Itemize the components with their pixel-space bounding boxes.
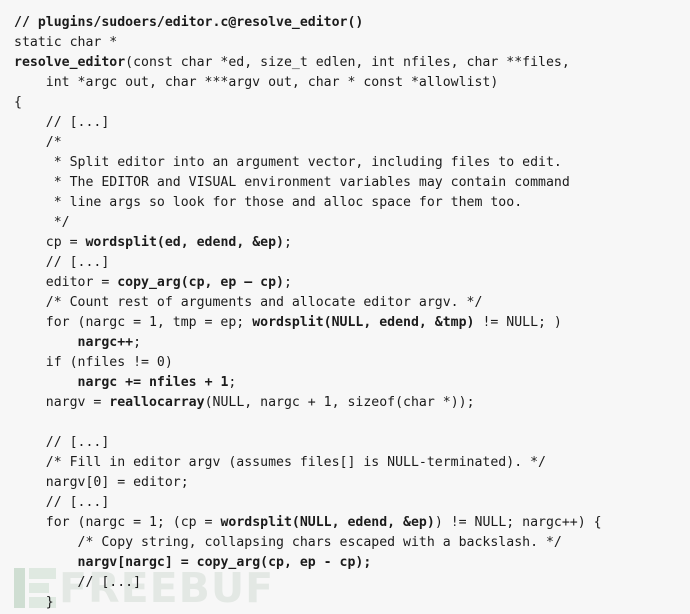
code-line: nargc++; [14, 333, 680, 353]
code-line: nargc += nfiles + 1; [14, 373, 680, 393]
code-token-emphasis: // plugins/sudoers/editor.c@resolve_edit… [14, 15, 364, 30]
code-token: cp = [14, 235, 86, 250]
code-token: * Split editor into an argument vector, … [14, 155, 562, 170]
code-token: static char * [14, 35, 118, 50]
code-token-emphasis: resolve_editor [14, 55, 126, 70]
code-line: editor = copy_arg(cp, ep – cp); [14, 273, 680, 293]
code-token: */ [14, 215, 70, 230]
code-token: * line args so look for those and alloc … [14, 195, 523, 210]
code-line: static char * [14, 33, 680, 53]
code-token: // [...] [14, 495, 110, 510]
code-line: cp = wordsplit(ed, edend, &ep); [14, 233, 680, 253]
code-token: (const char *ed, size_t edlen, int nfile… [125, 55, 570, 70]
code-lines-container: // plugins/sudoers/editor.c@resolve_edit… [14, 13, 680, 613]
code-token: // [...] [14, 575, 142, 590]
code-token: /* [14, 135, 62, 150]
code-line: } [14, 593, 680, 613]
code-token: // [...] [14, 115, 110, 130]
code-token-emphasis: wordsplit(ed, edend, &ep) [85, 235, 284, 250]
code-line: if (nfiles != 0) [14, 353, 680, 373]
code-line: // [...] [14, 113, 680, 133]
code-line: int *argc out, char ***argv out, char * … [14, 73, 680, 93]
code-token-emphasis: nargc++ [77, 335, 134, 350]
code-line: // [...] [14, 493, 680, 513]
code-token-emphasis: nargc += nfiles + 1 [77, 375, 229, 390]
code-line: nargv[nargc] = copy_arg(cp, ep - cp); [14, 553, 680, 573]
code-token-emphasis: reallocarray [109, 395, 205, 410]
code-line: * line args so look for those and alloc … [14, 193, 680, 213]
code-line: * Split editor into an argument vector, … [14, 153, 680, 173]
code-line: for (nargc = 1; (cp = wordsplit(NULL, ed… [14, 513, 680, 533]
code-token-emphasis: copy_arg(cp, ep – cp) [117, 275, 284, 290]
code-token-emphasis: nargv[nargc] = copy_arg(cp, ep - cp); [77, 555, 372, 570]
code-token-emphasis: wordsplit(NULL, edend, &ep) [220, 515, 435, 530]
code-line: * The EDITOR and VISUAL environment vari… [14, 173, 680, 193]
code-line: nargv = reallocarray(NULL, nargc + 1, si… [14, 393, 680, 413]
code-token: nargv = [14, 395, 110, 410]
code-line: { [14, 93, 680, 113]
code-line: // [...] [14, 573, 680, 593]
code-token-emphasis: wordsplit(NULL, edend, &tmp) [252, 315, 475, 330]
code-token: (NULL, nargc + 1, sizeof(char *)); [204, 395, 475, 410]
code-token: ; [283, 235, 292, 250]
code-line: resolve_editor(const char *ed, size_t ed… [14, 53, 680, 73]
code-line: // plugins/sudoers/editor.c@resolve_edit… [14, 13, 680, 33]
code-token: /* Copy string, collapsing chars escaped… [14, 535, 562, 550]
code-token: } [14, 595, 54, 610]
code-token: for (nargc = 1; (cp = [14, 515, 221, 530]
code-line: for (nargc = 1, tmp = ep; wordsplit(NULL… [14, 313, 680, 333]
code-token: ; [133, 335, 142, 350]
code-line: nargv[0] = editor; [14, 473, 680, 493]
code-token: != NULL; ) [474, 315, 562, 330]
code-line: */ [14, 213, 680, 233]
code-token: if (nfiles != 0) [14, 355, 173, 370]
code-line: // [...] [14, 433, 680, 453]
code-token: // [...] [14, 435, 110, 450]
code-token: /* Fill in editor argv (assumes files[] … [14, 455, 546, 470]
code-token: for (nargc = 1, tmp = ep; [14, 315, 253, 330]
code-line: /* [14, 133, 680, 153]
code-token: { [14, 95, 22, 110]
code-token: int *argc out, char ***argv out, char * … [14, 75, 499, 90]
code-token: ; [228, 375, 237, 390]
code-token: ; [283, 275, 292, 290]
code-token: // [...] [14, 255, 110, 270]
code-line: // [...] [14, 253, 680, 273]
code-token: editor = [14, 275, 118, 290]
code-token: ) != NULL; nargc++) { [434, 515, 602, 530]
code-line: /* Copy string, collapsing chars escaped… [14, 533, 680, 553]
code-block: // plugins/sudoers/editor.c@resolve_edit… [0, 0, 690, 614]
code-line: /* Count rest of arguments and allocate … [14, 293, 680, 313]
code-line: /* Fill in editor argv (assumes files[] … [14, 453, 680, 473]
code-token: /* Count rest of arguments and allocate … [14, 295, 483, 310]
code-token: nargv[0] = editor; [14, 475, 189, 490]
code-token: * The EDITOR and VISUAL environment vari… [14, 175, 570, 190]
